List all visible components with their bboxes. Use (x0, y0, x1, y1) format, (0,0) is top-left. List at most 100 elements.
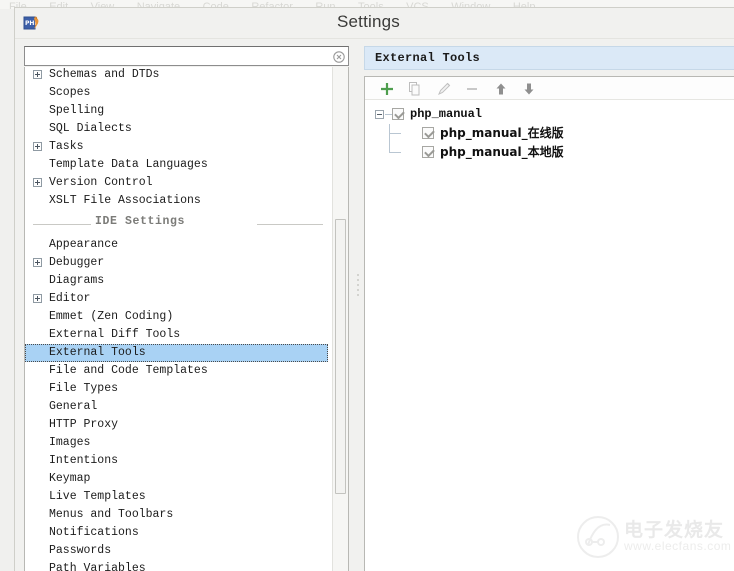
settings-tree-node-template-data-languages[interactable]: Template Data Languages (25, 156, 332, 174)
settings-tree-node-emmet-zen-coding[interactable]: Emmet (Zen Coding) (25, 308, 332, 326)
settings-tree-node-label: External Diff Tools (49, 328, 180, 341)
settings-tree-node-label: Spelling (49, 104, 104, 117)
settings-tree-node-images[interactable]: Images (25, 434, 332, 452)
settings-tree-node-label: General (49, 400, 97, 413)
settings-tree-node-label: Schemas and DTDs (49, 68, 159, 81)
arrow-up-icon (493, 81, 509, 97)
settings-tree-node-label: Version Control (49, 176, 153, 189)
settings-tree-node-file-types[interactable]: File Types (25, 380, 332, 398)
splitter-grip[interactable] (357, 274, 359, 300)
separator-line-right (257, 224, 323, 225)
expand-toggle-icon[interactable] (33, 178, 42, 187)
dialog-title: Settings (15, 12, 734, 32)
settings-tree-node-schemas-and-dtds[interactable]: Schemas and DTDs (25, 67, 332, 84)
dialog-title-bar: PHP Settings (15, 8, 734, 39)
settings-tree-node-menus-and-toolbars[interactable]: Menus and Toolbars (25, 506, 332, 524)
settings-dialog: PHP Settings (14, 7, 734, 571)
ide-settings-section-separator: IDE Settings (25, 214, 332, 234)
pane-splitter[interactable] (353, 46, 363, 571)
settings-tree-node-diagrams[interactable]: Diagrams (25, 272, 332, 290)
add-button[interactable] (375, 78, 399, 99)
settings-tree-node-label: Scopes (49, 86, 90, 99)
settings-tree-node-label: Editor (49, 292, 90, 305)
settings-tree-node-xslt-file-associations[interactable]: XSLT File Associations (25, 192, 332, 210)
copy-button[interactable] (403, 78, 427, 99)
settings-tree-node-label: Debugger (49, 256, 104, 269)
plus-icon (379, 81, 395, 97)
settings-tree-node-label: File and Code Templates (49, 364, 208, 377)
settings-tree-node-sql-dialects[interactable]: SQL Dialects (25, 120, 332, 138)
copy-icon (407, 81, 423, 97)
settings-dialog-screen: File Edit View Navigate Code Refactor Ru… (0, 0, 734, 571)
tool-item-row[interactable]: php_manual_在线版 (365, 124, 734, 143)
settings-tree-node-external-tools[interactable]: External Tools (25, 344, 328, 362)
tool-item-row[interactable]: php_manual_本地版 (365, 143, 734, 162)
arrow-down-icon (521, 81, 537, 97)
settings-tree-node-label: File Types (49, 382, 118, 395)
settings-tree-node-notifications[interactable]: Notifications (25, 524, 332, 542)
settings-tree-node-label: Tasks (49, 140, 84, 153)
collapse-toggle-icon[interactable] (375, 110, 384, 119)
external-tools-toolbar[interactable] (365, 77, 734, 100)
tool-group-checkbox[interactable] (392, 108, 404, 120)
expand-toggle-icon[interactable] (33, 70, 42, 79)
settings-tree-node-label: External Tools (49, 346, 146, 359)
expand-toggle-icon[interactable] (33, 294, 42, 303)
pencil-icon (436, 81, 452, 97)
settings-tree-node-passwords[interactable]: Passwords (25, 542, 332, 560)
settings-tree-scrollbar[interactable] (332, 67, 348, 571)
tree-connector-h (389, 152, 401, 153)
settings-tree-node-file-and-code-templates[interactable]: File and Code Templates (25, 362, 332, 380)
search-field-wrapper[interactable] (24, 46, 349, 66)
settings-tree-node-label: Live Templates (49, 490, 146, 503)
settings-tree-node-live-templates[interactable]: Live Templates (25, 488, 332, 506)
settings-tree-node-label: Passwords (49, 544, 111, 557)
settings-tree-node-scopes[interactable]: Scopes (25, 84, 332, 102)
settings-tree-node-label: Path Variables (49, 562, 146, 571)
panel-body: php_manual php_manual_在线版 ph (364, 76, 734, 571)
remove-button[interactable] (460, 78, 484, 99)
settings-tree-node-label: Emmet (Zen Coding) (49, 310, 173, 323)
settings-tree-node-version-control[interactable]: Version Control (25, 174, 332, 192)
minus-icon (464, 81, 480, 97)
tool-group-row[interactable]: php_manual (365, 105, 734, 124)
move-up-button[interactable] (489, 78, 513, 99)
settings-tree[interactable]: IDESchemas and DTDsScopesSpellingSQL Dia… (25, 67, 332, 571)
settings-tree-node-path-variables[interactable]: Path Variables (25, 560, 332, 571)
expand-toggle-icon[interactable] (33, 258, 42, 267)
move-down-button[interactable] (517, 78, 541, 99)
settings-tree-node-label: Images (49, 436, 90, 449)
settings-tree-node-keymap[interactable]: Keymap (25, 470, 332, 488)
settings-tree-node-spelling[interactable]: Spelling (25, 102, 332, 120)
scrollbar-thumb[interactable] (335, 219, 346, 494)
settings-tree-node-appearance[interactable]: Appearance (25, 236, 332, 254)
tool-item-checkbox[interactable] (422, 127, 434, 139)
settings-tree-box: IDESchemas and DTDsScopesSpellingSQL Dia… (24, 67, 349, 571)
settings-tree-node-label: Template Data Languages (49, 158, 208, 171)
settings-tree-node-http-proxy[interactable]: HTTP Proxy (25, 416, 332, 434)
expand-toggle-icon[interactable] (33, 142, 42, 151)
tree-connector-v (389, 134, 390, 153)
settings-tree-node-intentions[interactable]: Intentions (25, 452, 332, 470)
settings-tree-node-label: Keymap (49, 472, 90, 485)
clear-circle-icon[interactable] (333, 50, 345, 62)
tree-connector-h (389, 133, 401, 134)
dialog-body: IDESchemas and DTDsScopesSpellingSQL Dia… (15, 39, 734, 571)
external-tools-tree[interactable]: php_manual php_manual_在线版 ph (365, 100, 734, 162)
settings-tree-node-debugger[interactable]: Debugger (25, 254, 332, 272)
tool-group-label: php_manual (410, 107, 482, 121)
settings-navigation-pane: IDESchemas and DTDsScopesSpellingSQL Dia… (24, 46, 349, 571)
settings-tree-node-external-diff-tools[interactable]: External Diff Tools (25, 326, 332, 344)
settings-tree-node-tasks[interactable]: Tasks (25, 138, 332, 156)
panel-title: External Tools (375, 51, 480, 65)
tool-item-checkbox[interactable] (422, 146, 434, 158)
tool-item-label: php_manual_在线版 (440, 126, 564, 140)
settings-tree-node-general[interactable]: General (25, 398, 332, 416)
settings-tree-node-label: Menus and Toolbars (49, 508, 173, 521)
search-input[interactable] (28, 47, 328, 65)
settings-tree-node-editor[interactable]: Editor (25, 290, 332, 308)
settings-tree-node-label: Notifications (49, 526, 139, 539)
edit-button[interactable] (432, 78, 456, 99)
section-label: IDE Settings (95, 215, 185, 228)
settings-tree-node-label: Intentions (49, 454, 118, 467)
